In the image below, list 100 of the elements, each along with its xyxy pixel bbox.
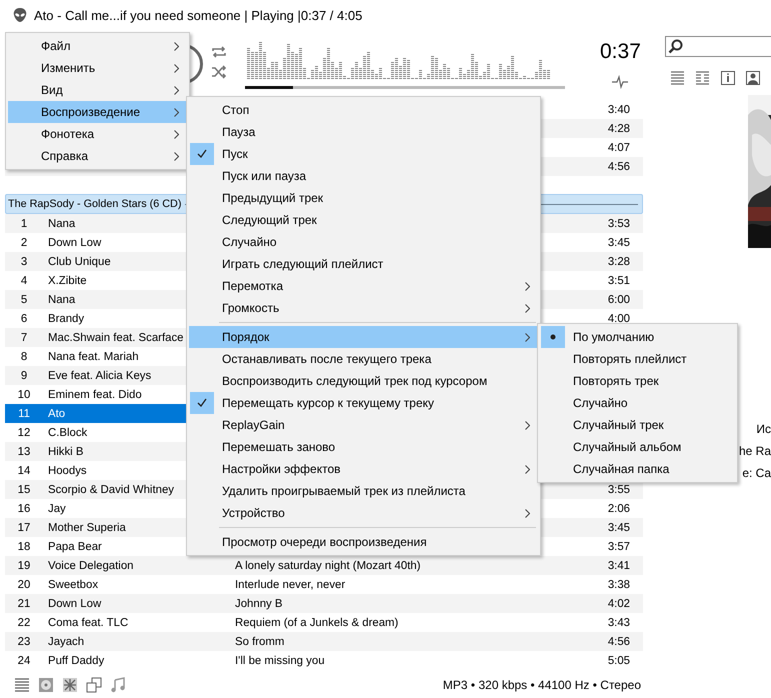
menu-item[interactable]: Случайный трек	[540, 414, 735, 436]
playlist-row[interactable]: 23 Jayach So fromm 4:56	[5, 632, 643, 651]
menu-item[interactable]: Следующий трек	[189, 209, 538, 231]
artist-cell: Voice Delegation	[48, 560, 134, 572]
menu-item[interactable]: Пауза	[189, 121, 538, 143]
menu-item[interactable]: Играть следующий плейлист	[189, 253, 538, 275]
title-cell: Interlude never, never	[235, 578, 346, 590]
track-number: 6	[20, 312, 28, 324]
windows-icon[interactable]	[86, 677, 102, 693]
track-number: 7	[20, 332, 28, 344]
columns-view-icon[interactable]	[695, 70, 711, 86]
menu-item[interactable]: Изменить	[8, 57, 187, 79]
artist-cell: Scorpio & David Whitney	[48, 484, 174, 496]
playlist-row[interactable]: 22 Coma feat. TLC Requiem (of a Junkels & dream) 3:43	[5, 613, 643, 632]
duration-cell: 3:43	[608, 616, 630, 628]
menu-item[interactable]: Перемещать курсор к текущему треку	[189, 392, 538, 414]
playlist-row[interactable]: 24 Puff Daddy I'll be missing you 5:05	[5, 651, 643, 670]
track-number: 21	[18, 598, 30, 610]
artist-cell: Eve feat. Alicia Keys	[48, 370, 152, 382]
playlist-row[interactable]: 19 Voice Delegation A lonely saturday night (Mozart 40th) 3:41	[5, 556, 643, 575]
menu-item[interactable]: Громкость	[189, 297, 538, 319]
menu-item[interactable]: ReplayGain	[189, 414, 538, 436]
info-icon[interactable]	[720, 70, 736, 86]
menu-item[interactable]: Стоп	[189, 99, 538, 121]
duration-cell: 3:53	[608, 218, 630, 230]
menu-item[interactable]: Пуск	[189, 143, 538, 165]
artist-cell: Hoodys	[48, 464, 87, 476]
track-number: 13	[18, 446, 30, 458]
duration-cell: 3:28	[608, 256, 630, 268]
menu-item[interactable]: Случайный альбом	[540, 436, 735, 458]
title-cell: I'll be missing you	[235, 654, 325, 666]
duration-cell: 3:55	[608, 484, 630, 496]
track-number: 14	[18, 464, 30, 476]
menu-item[interactable]: По умолчанию	[540, 326, 735, 348]
menu-item[interactable]: Случайно	[189, 231, 538, 253]
search-icon	[668, 39, 683, 54]
artist-cell: Down Low	[48, 236, 102, 248]
artist-cell: Papa Bear	[48, 540, 102, 552]
track-number: 4	[20, 274, 28, 286]
menu-item[interactable]: Перемешать заново	[189, 436, 538, 458]
track-number: 15	[18, 484, 30, 496]
duration-cell: 6:00	[608, 294, 630, 306]
artist-cell: Down Low	[48, 598, 102, 610]
menu-item[interactable]: Повторять плейлист	[540, 348, 735, 370]
music-note-icon[interactable]	[110, 677, 126, 693]
title-cell: Requiem (of a Junkels & dream)	[235, 616, 398, 628]
track-number: 17	[18, 522, 30, 534]
menu-item[interactable]: Воспроизводить следующий трек под курсором	[189, 370, 538, 392]
track-number: 12	[18, 426, 30, 438]
playlist-row[interactable]: 21 Down Low Johnny B 4:02	[5, 594, 643, 613]
menu-item[interactable]: Настройки эффектов	[189, 458, 538, 480]
menu-item[interactable]: Предыдущий трек	[189, 187, 538, 209]
alien-head-icon	[12, 7, 28, 23]
duration-cell: 5:05	[608, 654, 630, 666]
duration-cell: 3:41	[608, 560, 630, 572]
artist-cell: Puff Daddy	[48, 654, 104, 666]
track-number: 1	[20, 218, 28, 230]
artist-cell: Club Unique	[48, 256, 111, 268]
menu-item[interactable]: Устройство	[189, 502, 538, 524]
menu-item[interactable]: Повторять трек	[540, 370, 735, 392]
artist-cell: Ato	[48, 408, 66, 420]
track-number: 11	[18, 408, 30, 420]
artist-cell: Mac.Shwain feat. Scarface	[48, 332, 184, 344]
duration-cell: 3:45	[608, 522, 630, 534]
disc-icon[interactable]	[38, 677, 54, 693]
menu-item[interactable]: Файл	[8, 35, 187, 57]
artist-cell: Brandy	[48, 312, 84, 324]
person-icon[interactable]	[745, 70, 761, 86]
track-number: 8	[20, 350, 28, 362]
menu-item[interactable]: Вид	[8, 79, 187, 101]
menu-item[interactable]: Воспроизведение	[8, 101, 187, 123]
menu-item[interactable]: Порядок	[189, 326, 538, 348]
track-number: 22	[18, 616, 30, 628]
artist-cell: X.Zibite	[48, 274, 87, 286]
waveform-icon[interactable]	[612, 74, 628, 90]
menu-item[interactable]: Справка	[8, 145, 187, 167]
menu-item[interactable]: Фонотека	[8, 123, 187, 145]
playlist-icon[interactable]	[14, 677, 30, 693]
menu-item[interactable]: Случайная папка	[540, 458, 735, 480]
track-number: 2	[20, 236, 28, 248]
menu-item[interactable]: Перемотка	[189, 275, 538, 297]
menu-item[interactable]: Удалить проигрываемый трек из плейлиста	[189, 480, 538, 502]
menu-item[interactable]: Останавливать после текущего трека	[189, 348, 538, 370]
burst-icon[interactable]	[62, 677, 78, 693]
menu-item[interactable]: Просмотр очереди воспроизведения	[189, 531, 538, 553]
search-field[interactable]	[665, 36, 771, 57]
repeat-icon[interactable]	[211, 44, 227, 60]
progress-bar[interactable]	[245, 86, 565, 89]
menu-item[interactable]: Пуск или пауза	[189, 165, 538, 187]
menu-item[interactable]: Случайно	[540, 392, 735, 414]
track-number: 16	[18, 502, 30, 514]
playlist-row[interactable]: 20 Sweetbox Interlude never, never 3:38	[5, 575, 643, 594]
list-view-icon[interactable]	[670, 70, 686, 86]
duration-cell: 4:00	[608, 312, 630, 324]
shuffle-icon[interactable]	[211, 64, 227, 80]
title-cell: Johnny B	[235, 598, 282, 610]
duration-cell: 4:28	[608, 122, 630, 134]
duration-cell: 3:38	[608, 578, 630, 590]
track-number: 5	[20, 294, 28, 306]
track-number: 19	[18, 560, 30, 572]
